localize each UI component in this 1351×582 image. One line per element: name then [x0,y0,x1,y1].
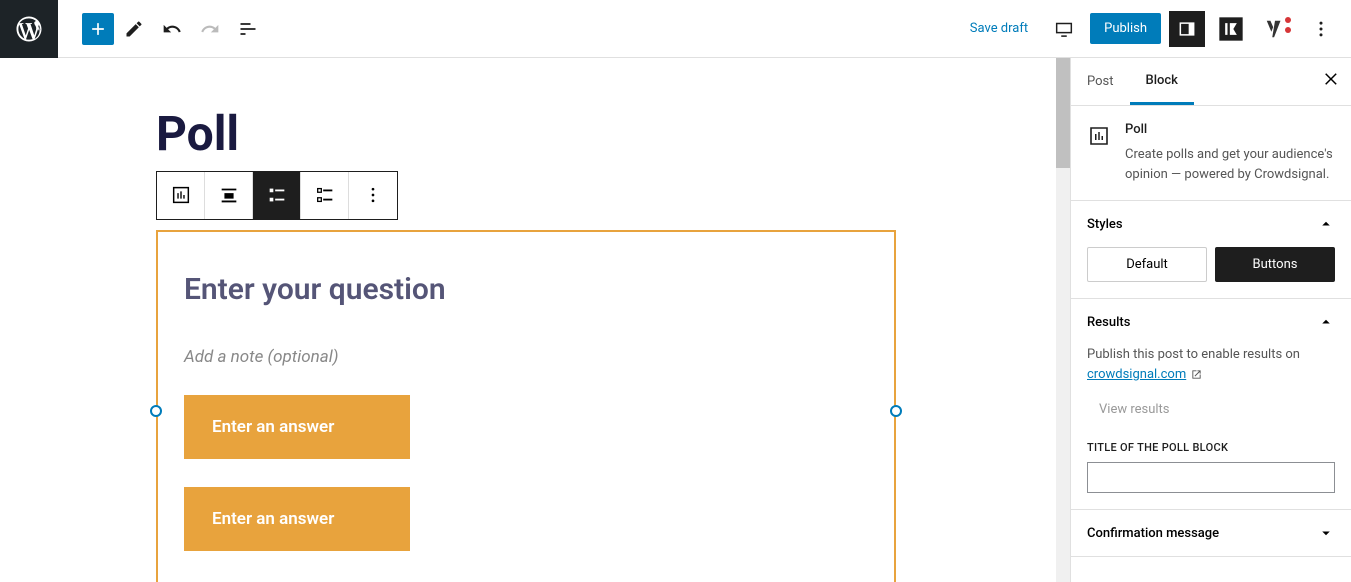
external-link-icon [1191,369,1202,380]
list-solid-icon [266,184,288,206]
main-area: Poll [0,58,1351,582]
style-buttons-button[interactable]: Buttons [1215,247,1335,282]
chevron-up-icon [1317,215,1335,233]
more-vertical-icon [363,185,383,205]
add-block-button[interactable] [82,13,114,45]
panel-confirmation-header[interactable]: Confirmation message [1071,510,1351,556]
resize-handle-right[interactable] [890,405,902,417]
panel-confirmation: Confirmation message [1071,510,1351,557]
list-style-solid-button[interactable] [253,172,301,219]
more-vertical-icon [1311,19,1331,39]
panel-confirmation-title: Confirmation message [1087,526,1219,541]
redo-button[interactable] [192,11,228,47]
view-results-link[interactable]: View results [1087,402,1335,417]
poll-icon [1087,124,1111,148]
undo-button[interactable] [154,11,190,47]
pencil-icon [124,19,144,39]
settings-sidebar: Post Block Poll Create polls and get you… [1070,58,1351,582]
list-outline-icon [314,184,336,206]
scrollbar-thumb[interactable] [1056,58,1070,168]
panel-results-title: Results [1087,315,1130,330]
resize-handle-left[interactable] [150,405,162,417]
wordpress-logo[interactable] [0,0,58,58]
panel-results-header[interactable]: Results [1071,299,1351,345]
post-title[interactable]: Poll [156,108,1070,161]
poll-icon [170,184,192,206]
crowdsignal-button[interactable] [1213,11,1249,47]
block-info-title: Poll [1125,122,1335,137]
tab-block[interactable]: Block [1130,59,1194,105]
desktop-icon [1053,18,1075,40]
settings-panel-button[interactable] [1169,11,1205,47]
yoast-button[interactable] [1257,11,1293,47]
block-info-description: Create polls and get your audience's opi… [1125,145,1335,184]
block-type-button[interactable] [157,172,205,219]
yoast-logo-icon [1264,18,1286,40]
poll-title-field-label: TITLE OF THE POLL BLOCK [1087,441,1335,454]
publish-button[interactable]: Publish [1090,13,1161,44]
yoast-indicator-1 [1285,17,1291,23]
close-sidebar-button[interactable] [1323,70,1341,92]
crowdsignal-icon [1217,15,1245,43]
sidebar-tabs: Post Block [1071,58,1351,106]
yoast-indicator-2 [1285,27,1291,33]
redo-icon [200,19,220,39]
topbar-right: Save draft Publish [960,11,1351,47]
tools-button[interactable] [116,11,152,47]
poll-note-input[interactable] [184,347,868,367]
panel-styles-title: Styles [1087,217,1123,232]
align-icon [218,184,240,206]
style-default-button[interactable]: Default [1087,247,1207,282]
panel-styles-header[interactable]: Styles [1071,201,1351,247]
panel-styles: Styles Default Buttons [1071,201,1351,299]
outline-icon [238,19,258,39]
poll-title-input[interactable] [1087,462,1335,493]
block-toolbar [156,171,398,220]
block-more-button[interactable] [349,172,397,219]
poll-answer-input[interactable] [184,487,410,551]
document-outline-button[interactable] [230,11,266,47]
plus-icon [88,19,108,39]
sidebar-icon [1177,19,1197,39]
align-button[interactable] [205,172,253,219]
editor-canvas[interactable]: Poll [0,58,1070,582]
undo-icon [162,19,182,39]
results-text-prefix: Publish this post to enable results on [1087,347,1300,362]
chevron-up-icon [1317,313,1335,331]
tab-post[interactable]: Post [1071,60,1130,103]
poll-question-input[interactable] [184,272,868,307]
crowdsignal-link[interactable]: crowdsignal.com [1087,367,1186,382]
close-icon [1323,70,1341,88]
poll-block[interactable] [156,230,896,582]
poll-answer-input[interactable] [184,395,410,459]
panel-results: Results Publish this post to enable resu… [1071,299,1351,510]
editor-topbar: Save draft Publish [0,0,1351,58]
topbar-left [0,0,266,57]
block-info: Poll Create polls and get your audience'… [1071,106,1351,201]
options-button[interactable] [1303,11,1339,47]
list-style-outline-button[interactable] [301,172,349,219]
style-options: Default Buttons [1087,247,1335,282]
block-info-icon [1087,124,1111,148]
results-text: Publish this post to enable results on c… [1087,345,1335,384]
chevron-down-icon [1317,524,1335,542]
preview-button[interactable] [1046,11,1082,47]
editor-scrollbar[interactable] [1056,58,1070,582]
save-draft-button[interactable]: Save draft [960,15,1038,42]
